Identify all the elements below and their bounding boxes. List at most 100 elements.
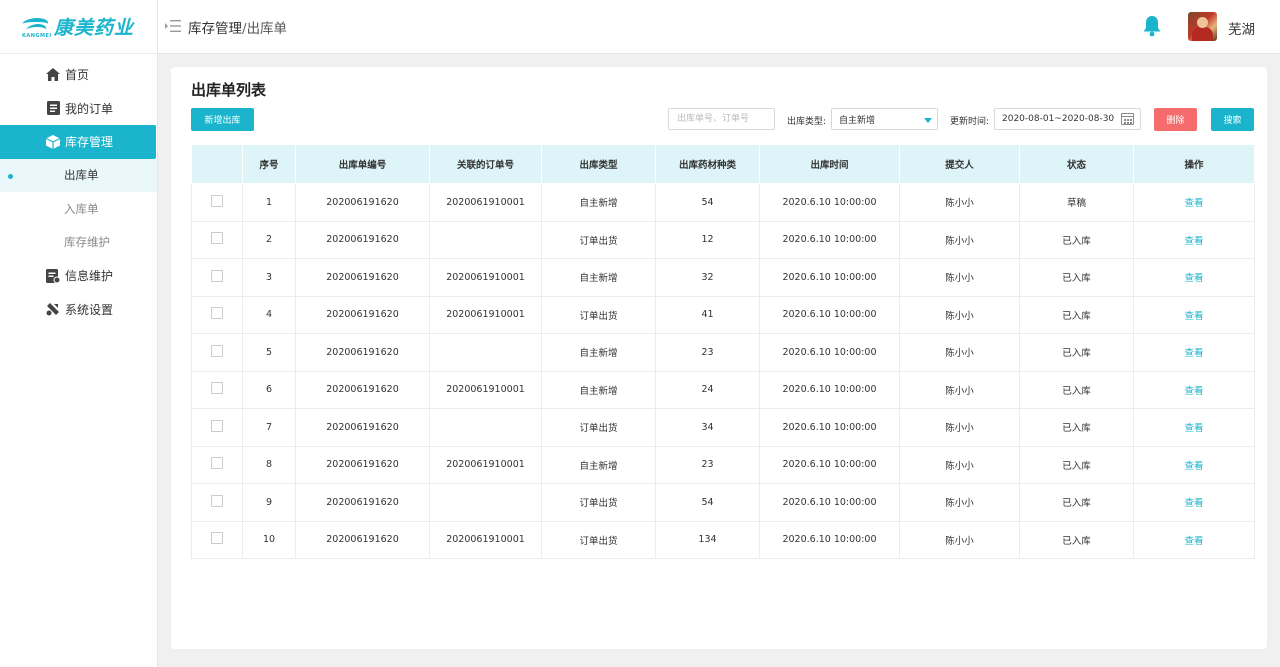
row-checkbox[interactable] (211, 419, 223, 432)
table-row[interactable]: 7 202006191620 订单出货 34 2020.6.10 10:00:00 陈小小… (191, 408, 1255, 447)
avatar[interactable] (1188, 12, 1217, 41)
menu-toggle-icon[interactable] (165, 18, 181, 34)
cell-no: 8 (242, 446, 296, 484)
cell-user: 陈小小 (899, 296, 1020, 334)
row-select-cell (191, 221, 243, 259)
row-checkbox[interactable] (211, 194, 223, 207)
view-link[interactable]: 查看 (1133, 183, 1255, 222)
time-filter-label: 更新时间: (950, 117, 990, 127)
sidebar-subitem-outbound[interactable]: 出库单 (0, 158, 157, 192)
view-link[interactable]: 查看 (1133, 483, 1255, 522)
sidebar-subitem-inbound[interactable]: 入库单 (0, 192, 157, 226)
table-row[interactable]: 2 202006191620 订单出货 12 2020.6.10 10:00:00 陈小小… (191, 221, 1255, 259)
view-link[interactable]: 查看 (1133, 521, 1255, 559)
info-icon (46, 268, 60, 283)
main-card: 出库单列表 新增出库 出库类型: 自主新增 更新时间: 2020-08-01~2… (171, 67, 1267, 649)
row-checkbox[interactable] (211, 232, 223, 245)
view-link[interactable]: 查看 (1133, 333, 1255, 372)
cell-order: 2020061910001 (429, 446, 542, 484)
view-link[interactable]: 查看 (1133, 221, 1255, 259)
logo[interactable]: KANGMEI 康美药业 (0, 0, 157, 54)
cell-status: 已入库 (1019, 221, 1134, 259)
box-icon (46, 134, 60, 149)
column-header: 出库药材种类 (655, 144, 760, 184)
cell-no: 3 (242, 258, 296, 297)
cell-status: 已入库 (1019, 258, 1134, 297)
view-link[interactable]: 查看 (1133, 408, 1255, 447)
sidebar-item-home[interactable]: 首页 (0, 58, 157, 92)
row-checkbox[interactable] (211, 307, 223, 320)
cell-code: 202006191620 (295, 296, 430, 334)
type-filter-value: 自主新增 (839, 115, 876, 126)
row-checkbox[interactable] (211, 532, 223, 545)
sidebar-item-orders[interactable]: 我的订单 (0, 92, 157, 126)
table-row[interactable]: 9 202006191620 订单出货 54 2020.6.10 10:00:00 陈小小… (191, 483, 1255, 522)
username[interactable]: 芜湖 (1228, 18, 1255, 38)
notification-bell-icon[interactable] (1142, 15, 1164, 39)
cell-user: 陈小小 (899, 371, 1020, 409)
date-range-value: 2020-08-01~2020-08-30 (1002, 114, 1115, 124)
cell-kinds: 12 (655, 221, 760, 259)
order-icon (46, 101, 60, 116)
breadcrumb-parent[interactable]: 库存管理 (188, 21, 242, 37)
table-row[interactable]: 1 202006191620 2020061910001 自主新增 54 2020.6.1… (191, 183, 1255, 222)
sidebar-subitem-stock-maintenance[interactable]: 库存维护 (0, 226, 157, 260)
cell-type: 订单出货 (541, 483, 656, 522)
table-row[interactable]: 10 202006191620 2020061910001 订单出货 134 2020.6… (191, 521, 1255, 559)
row-checkbox[interactable] (211, 457, 223, 470)
search-input[interactable] (668, 108, 775, 130)
view-link[interactable]: 查看 (1133, 296, 1255, 334)
table-row[interactable]: 4 202006191620 2020061910001 订单出货 41 2020.6.1… (191, 296, 1255, 334)
sidebar-item-info[interactable]: 信息维护 (0, 259, 157, 293)
view-link[interactable]: 查看 (1133, 371, 1255, 409)
type-filter-select[interactable]: 自主新增 (831, 108, 938, 130)
cell-no: 7 (242, 408, 296, 447)
sidebar-item-label: 出库单 (64, 168, 99, 183)
cell-status: 已入库 (1019, 446, 1134, 484)
settings-icon (46, 302, 60, 316)
view-link[interactable]: 查看 (1133, 258, 1255, 297)
add-outbound-button[interactable]: 新增出库 (191, 108, 254, 131)
cell-type: 订单出货 (541, 521, 656, 559)
cell-kinds: 134 (655, 521, 760, 559)
cell-order (429, 483, 542, 522)
row-checkbox[interactable] (211, 382, 223, 395)
breadcrumb: 库存管理/出库单 (188, 17, 287, 37)
search-button[interactable]: 搜索 (1211, 108, 1254, 131)
cell-type: 订单出货 (541, 408, 656, 447)
row-select-cell (191, 371, 243, 409)
sidebar-item-inventory[interactable]: 库存管理 (0, 125, 156, 159)
cell-code: 202006191620 (295, 483, 430, 522)
column-header-select (191, 144, 243, 184)
date-range-picker[interactable]: 2020-08-01~2020-08-30 (994, 108, 1141, 130)
cell-user: 陈小小 (899, 183, 1020, 222)
row-select-cell (191, 333, 243, 372)
sidebar-item-label: 我的订单 (65, 101, 114, 116)
cell-type: 自主新增 (541, 183, 656, 222)
cell-user: 陈小小 (899, 483, 1020, 522)
cell-code: 202006191620 (295, 371, 430, 409)
sidebar-item-label: 信息维护 (65, 269, 114, 284)
cell-code: 202006191620 (295, 221, 430, 259)
sidebar-item-label: 系统设置 (65, 302, 114, 317)
column-header: 出库单编号 (295, 144, 430, 184)
view-link[interactable]: 查看 (1133, 446, 1255, 484)
row-select-cell (191, 446, 243, 484)
table-row[interactable]: 5 202006191620 自主新增 23 2020.6.10 10:00:00 陈小小… (191, 333, 1255, 372)
cell-time: 2020.6.10 10:00:00 (759, 371, 900, 409)
row-checkbox[interactable] (211, 494, 223, 507)
cell-kinds: 54 (655, 483, 760, 522)
row-select-cell (191, 296, 243, 334)
calendar-icon (1121, 113, 1134, 125)
top-header: 库存管理/出库单 芜湖 (158, 0, 1280, 54)
delete-button[interactable]: 删除 (1154, 108, 1197, 131)
row-checkbox[interactable] (211, 269, 223, 282)
table-row[interactable]: 3 202006191620 2020061910001 自主新增 32 2020.6.1… (191, 258, 1255, 297)
row-select-cell (191, 483, 243, 522)
table-row[interactable]: 8 202006191620 2020061910001 自主新增 23 2020.6.1… (191, 446, 1255, 484)
sidebar-item-settings[interactable]: 系统设置 (0, 293, 157, 327)
table-row[interactable]: 6 202006191620 2020061910001 自主新增 24 2020.6.1… (191, 371, 1255, 409)
column-header: 出库时间 (759, 144, 900, 184)
cell-no: 9 (242, 483, 296, 522)
row-checkbox[interactable] (211, 344, 223, 357)
